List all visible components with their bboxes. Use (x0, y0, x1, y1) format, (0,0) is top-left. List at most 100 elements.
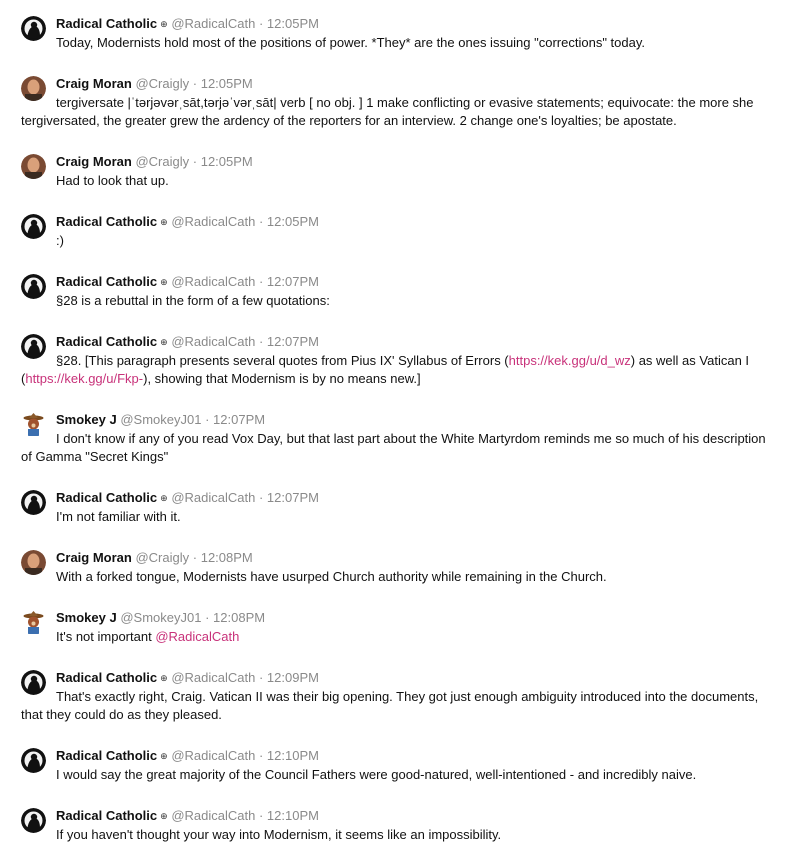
post-header: Craig Moran @Craigly · 12:05PM (56, 154, 253, 170)
post-text: tergiversate |ˈtərjəvərˌsāt,tərjəˈvərˌsā… (21, 95, 754, 128)
author-handle[interactable]: @RadicalCath (171, 748, 255, 763)
author-name[interactable]: Smokey J (56, 412, 117, 427)
verified-badge-icon: ⊕ (160, 19, 168, 29)
author-name[interactable]: Radical Catholic (56, 214, 157, 229)
post-timestamp[interactable]: 12:07PM (267, 334, 319, 349)
post-text: Today, Modernists hold most of the posit… (56, 35, 645, 50)
post-timestamp[interactable]: 12:08PM (201, 550, 253, 565)
verified-badge-icon: ⊕ (160, 673, 168, 683)
author-handle[interactable]: @RadicalCath (171, 16, 255, 31)
meta-separator: · (258, 748, 264, 763)
mention-link[interactable]: @RadicalCath (155, 629, 239, 644)
post-header: Radical Catholic ⊕ @RadicalCath · 12:10PM (56, 748, 319, 764)
verified-badge-icon: ⊕ (160, 217, 168, 227)
post-timestamp[interactable]: 12:07PM (267, 490, 319, 505)
post-text: It's not important (56, 629, 156, 644)
author-name[interactable]: Craig Moran (56, 550, 132, 565)
meta-separator: · (258, 214, 264, 229)
post-header: Craig Moran @Craigly · 12:08PM (56, 550, 253, 566)
post-header: Radical Catholic ⊕ @RadicalCath · 12:05PM (56, 214, 319, 230)
author-name[interactable]: Radical Catholic (56, 274, 157, 289)
author-handle[interactable]: @RadicalCath (171, 274, 255, 289)
meta-separator: · (258, 808, 264, 823)
author-name[interactable]: Radical Catholic (56, 334, 157, 349)
verified-badge-icon: ⊕ (160, 337, 168, 347)
post-timestamp[interactable]: 12:05PM (267, 214, 319, 229)
author-handle[interactable]: @Craigly (135, 550, 189, 565)
url-link[interactable]: https://kek.gg/u/d_wz (509, 353, 631, 368)
url-link[interactable]: https://kek.gg/u/Fkp- (25, 371, 143, 386)
post-body: I don't know if any of you read Vox Day,… (21, 430, 776, 466)
verified-badge-icon: ⊕ (160, 277, 168, 287)
author-name[interactable]: Radical Catholic (56, 16, 157, 31)
post-text: That's exactly right, Craig. Vatican II … (21, 689, 759, 722)
post-body: §28. [This paragraph presents several qu… (21, 352, 776, 388)
author-handle[interactable]: @RadicalCath (171, 490, 255, 505)
post-header: Radical Catholic ⊕ @RadicalCath · 12:07PM (56, 274, 319, 290)
author-name[interactable]: Radical Catholic (56, 748, 157, 763)
post-header: Radical Catholic ⊕ @RadicalCath · 12:07PM (56, 334, 319, 350)
post-header: Radical Catholic ⊕ @RadicalCath · 12:10PM (56, 808, 319, 824)
post-text: If you haven't thought your way into Mod… (56, 827, 502, 842)
post-body: It's not important @RadicalCath (21, 628, 776, 646)
author-handle[interactable]: @SmokeyJ01 (120, 610, 201, 625)
post-header: Smokey J @SmokeyJ01 · 12:07PM (56, 412, 265, 428)
post-timestamp[interactable]: 12:05PM (201, 154, 253, 169)
post-body: tergiversate |ˈtərjəvərˌsāt,tərjəˈvərˌsā… (21, 94, 776, 130)
post-body: That's exactly right, Craig. Vatican II … (21, 688, 776, 724)
post-timestamp[interactable]: 12:10PM (267, 808, 319, 823)
post-timestamp[interactable]: 12:07PM (267, 274, 319, 289)
author-name[interactable]: Radical Catholic (56, 490, 157, 505)
post-body: :) (21, 232, 776, 250)
meta-separator: · (205, 412, 210, 427)
post-body: I'm not familiar with it. (21, 508, 776, 526)
author-handle[interactable]: @Craigly (135, 154, 189, 169)
post-text: I don't know if any of you read Vox Day,… (21, 431, 766, 464)
post-body: I would say the great majority of the Co… (21, 766, 776, 784)
post-timestamp[interactable]: 12:10PM (267, 748, 319, 763)
meta-separator: · (192, 550, 198, 565)
verified-badge-icon: ⊕ (160, 811, 168, 821)
post-timestamp[interactable]: 12:09PM (267, 670, 319, 685)
post-timestamp[interactable]: 12:07PM (213, 412, 265, 427)
author-handle[interactable]: @RadicalCath (171, 670, 255, 685)
meta-separator: · (258, 274, 264, 289)
post-timestamp[interactable]: 12:05PM (267, 16, 319, 31)
meta-separator: · (192, 154, 198, 169)
post-text: I would say the great majority of the Co… (56, 767, 697, 782)
post-body: With a forked tongue, Modernists have us… (21, 568, 776, 586)
author-handle[interactable]: @RadicalCath (171, 214, 255, 229)
meta-separator: · (258, 490, 264, 505)
post-timestamp[interactable]: 12:08PM (213, 610, 265, 625)
meta-separator: · (192, 76, 198, 91)
meta-separator: · (205, 610, 210, 625)
post-text: :) (56, 233, 64, 248)
meta-separator: · (258, 670, 264, 685)
post-header: Radical Catholic ⊕ @RadicalCath · 12:07PM (56, 490, 319, 506)
author-name[interactable]: Craig Moran (56, 154, 132, 169)
meta-separator: · (258, 334, 264, 349)
author-handle[interactable]: @RadicalCath (171, 808, 255, 823)
post-text: ), showing that Modernism is by no means… (143, 371, 421, 386)
post-header: Smokey J @SmokeyJ01 · 12:08PM (56, 610, 265, 626)
post-text: §28 is a rebuttal in the form of a few q… (56, 293, 330, 308)
post-body: §28 is a rebuttal in the form of a few q… (21, 292, 776, 310)
post-body: Today, Modernists hold most of the posit… (21, 34, 776, 52)
post-timestamp[interactable]: 12:05PM (201, 76, 253, 91)
post-header: Craig Moran @Craigly · 12:05PM (56, 76, 253, 92)
author-handle[interactable]: @Craigly (135, 76, 189, 91)
verified-badge-icon: ⊕ (160, 751, 168, 761)
author-name[interactable]: Radical Catholic (56, 670, 157, 685)
post-text: §28. [This paragraph presents several qu… (56, 353, 509, 368)
post-body: If you haven't thought your way into Mod… (21, 826, 776, 844)
author-handle[interactable]: @SmokeyJ01 (120, 412, 201, 427)
author-handle[interactable]: @RadicalCath (171, 334, 255, 349)
author-name[interactable]: Smokey J (56, 610, 117, 625)
verified-badge-icon: ⊕ (160, 493, 168, 503)
author-name[interactable]: Craig Moran (56, 76, 132, 91)
post-header: Radical Catholic ⊕ @RadicalCath · 12:05PM (56, 16, 319, 32)
post-body: Had to look that up. (21, 172, 776, 190)
post-header: Radical Catholic ⊕ @RadicalCath · 12:09PM (56, 670, 319, 686)
post-text: With a forked tongue, Modernists have us… (56, 569, 607, 584)
author-name[interactable]: Radical Catholic (56, 808, 157, 823)
